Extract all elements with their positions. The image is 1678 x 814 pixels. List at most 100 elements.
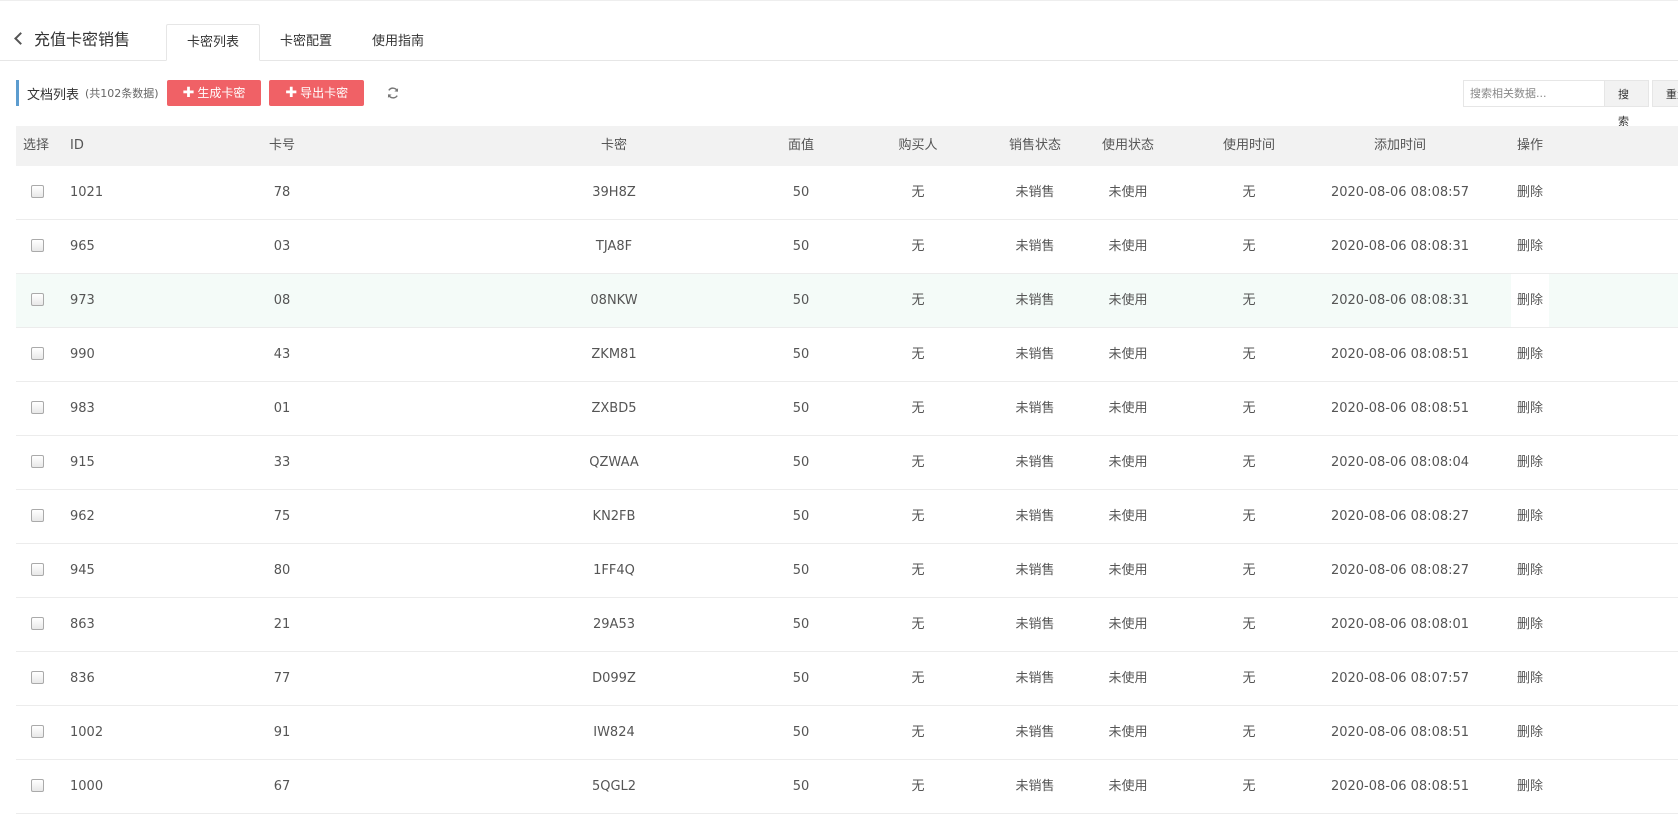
row-checkbox[interactable] <box>31 563 44 576</box>
cell-value: 50 <box>792 347 810 362</box>
delete-button[interactable]: 删除 <box>1517 166 1543 219</box>
row-checkbox[interactable] <box>31 401 44 414</box>
cell-card-no: 03 <box>273 239 291 254</box>
delete-button[interactable]: 删除 <box>1517 652 1543 705</box>
cell-use-time: 无 <box>1242 347 1256 362</box>
cell-added-time: 2020-08-06 08:08:27 <box>1330 509 1470 524</box>
table-body: 1021 78 39H8Z 50 无未销售 未使用无 2020-08-06 08:08:57… <box>16 166 1678 814</box>
page-header: 充值卡密销售 卡密列表 卡密配置 使用指南 <box>0 0 1678 61</box>
cell-use-status: 未使用 <box>1108 671 1148 686</box>
delete-button[interactable]: 删除 <box>1517 544 1543 597</box>
search-input[interactable] <box>1463 80 1604 107</box>
delete-button[interactable]: 删除 <box>1517 598 1543 651</box>
record-count: (共102条数据) <box>85 87 159 100</box>
delete-button[interactable]: 删除 <box>1517 490 1543 543</box>
cell-added-time: 2020-08-06 08:08:51 <box>1330 779 1470 794</box>
col-added-time: 添加时间 <box>1373 138 1427 153</box>
search-button[interactable]: 搜索 <box>1604 80 1649 128</box>
cell-id: 945 <box>70 563 95 578</box>
cell-buyer: 无 <box>911 509 925 524</box>
row-checkbox[interactable] <box>31 509 44 522</box>
row-checkbox[interactable] <box>31 293 44 306</box>
row-checkbox[interactable] <box>31 617 44 630</box>
delete-button[interactable]: 删除 <box>1510 274 1550 327</box>
tab-usage-guide[interactable]: 使用指南 <box>352 24 444 60</box>
row-checkbox[interactable] <box>31 347 44 360</box>
row-checkbox[interactable] <box>31 779 44 792</box>
cell-id: 863 <box>70 617 95 632</box>
cell-use-time: 无 <box>1242 617 1256 632</box>
cell-secret: 08NKW <box>590 293 638 308</box>
cell-card-no: 91 <box>273 725 291 740</box>
tab-card-config[interactable]: 卡密配置 <box>260 24 352 60</box>
search-bar: 搜索 重置 <box>1463 80 1678 128</box>
cell-sale-status: 未销售 <box>1015 401 1055 416</box>
tab-bar: 卡密列表 卡密配置 使用指南 <box>166 24 444 61</box>
cell-card-no: 80 <box>273 563 291 578</box>
tab-card-list[interactable]: 卡密列表 <box>166 24 261 61</box>
cell-id: 973 <box>70 293 95 308</box>
cell-use-status: 未使用 <box>1108 239 1148 254</box>
cell-id: 1000 <box>70 779 104 794</box>
cell-card-no: 75 <box>273 509 291 524</box>
back-button[interactable]: 充值卡密销售 <box>14 26 130 50</box>
cell-card-no: 78 <box>273 185 291 200</box>
cell-use-status: 未使用 <box>1108 779 1148 794</box>
plus-icon: ✚ <box>285 85 298 101</box>
cell-secret: 39H8Z <box>592 185 636 200</box>
cell-card-no: 01 <box>273 401 291 416</box>
cell-added-time: 2020-08-06 08:08:27 <box>1330 563 1470 578</box>
chevron-left-icon <box>14 32 27 45</box>
cell-secret: 1FF4Q <box>593 563 635 578</box>
cell-use-time: 无 <box>1242 239 1256 254</box>
row-checkbox[interactable] <box>31 185 44 198</box>
cell-sale-status: 未销售 <box>1015 347 1055 362</box>
cell-card-no: 08 <box>273 293 291 308</box>
cell-secret: 5QGL2 <box>591 779 637 794</box>
row-checkbox[interactable] <box>31 239 44 252</box>
delete-button[interactable]: 删除 <box>1517 760 1543 813</box>
cell-card-no: 21 <box>273 617 291 632</box>
cell-use-status: 未使用 <box>1108 563 1148 578</box>
cell-id: 990 <box>70 347 95 362</box>
col-value: 面值 <box>787 138 815 153</box>
col-buyer: 购买人 <box>898 138 938 153</box>
cell-value: 50 <box>792 239 810 254</box>
cell-secret: KN2FB <box>592 509 636 524</box>
reset-button[interactable]: 重置 <box>1651 80 1678 107</box>
cell-buyer: 无 <box>911 779 925 794</box>
cell-use-time: 无 <box>1242 293 1256 308</box>
cell-use-time: 无 <box>1242 509 1256 524</box>
delete-button[interactable]: 删除 <box>1517 328 1543 381</box>
cell-id: 1021 <box>70 185 104 200</box>
table-row: 962 75 KN2FB 50 无 未销售 未使用 无 2020-08-06 08:08:27 删… <box>16 490 1678 544</box>
row-checkbox[interactable] <box>31 725 44 738</box>
cell-added-time: 2020-08-06 08:07:57 <box>1330 671 1470 686</box>
delete-button[interactable]: 删除 <box>1517 382 1543 435</box>
cell-added-time: 2020-08-06 08:08:51 <box>1330 347 1470 362</box>
delete-button[interactable]: 删除 <box>1517 220 1543 273</box>
row-checkbox[interactable] <box>31 671 44 684</box>
cell-buyer: 无 <box>911 239 925 254</box>
refresh-icon[interactable] <box>386 86 400 100</box>
list-title: 文档列表 <box>27 87 80 103</box>
delete-button[interactable]: 删除 <box>1517 706 1543 759</box>
col-card-no: 卡号 <box>268 138 296 153</box>
cell-buyer: 无 <box>911 185 925 200</box>
export-card-button[interactable]: ✚ 导出卡密 <box>269 80 365 106</box>
generate-card-button[interactable]: ✚ 生成卡密 <box>166 80 262 106</box>
cell-sale-status: 未销售 <box>1015 455 1055 470</box>
cell-value: 50 <box>792 779 810 794</box>
cell-sale-status: 未销售 <box>1015 509 1055 524</box>
cell-card-no: 67 <box>273 779 291 794</box>
cell-use-time: 无 <box>1242 401 1256 416</box>
cell-added-time: 2020-08-06 08:08:57 <box>1330 185 1470 200</box>
col-sale-status: 销售状态 <box>1008 138 1062 153</box>
delete-button[interactable]: 删除 <box>1517 436 1543 489</box>
cell-use-time: 无 <box>1242 455 1256 470</box>
cell-added-time: 2020-08-06 08:08:01 <box>1330 617 1470 632</box>
table-row: 983 01 ZXBD5 50 无 未销售 未使用 无 2020-08-06 08:08:51 删… <box>16 382 1678 436</box>
cell-buyer: 无 <box>911 725 925 740</box>
row-checkbox[interactable] <box>31 455 44 468</box>
cell-card-no: 77 <box>273 671 291 686</box>
